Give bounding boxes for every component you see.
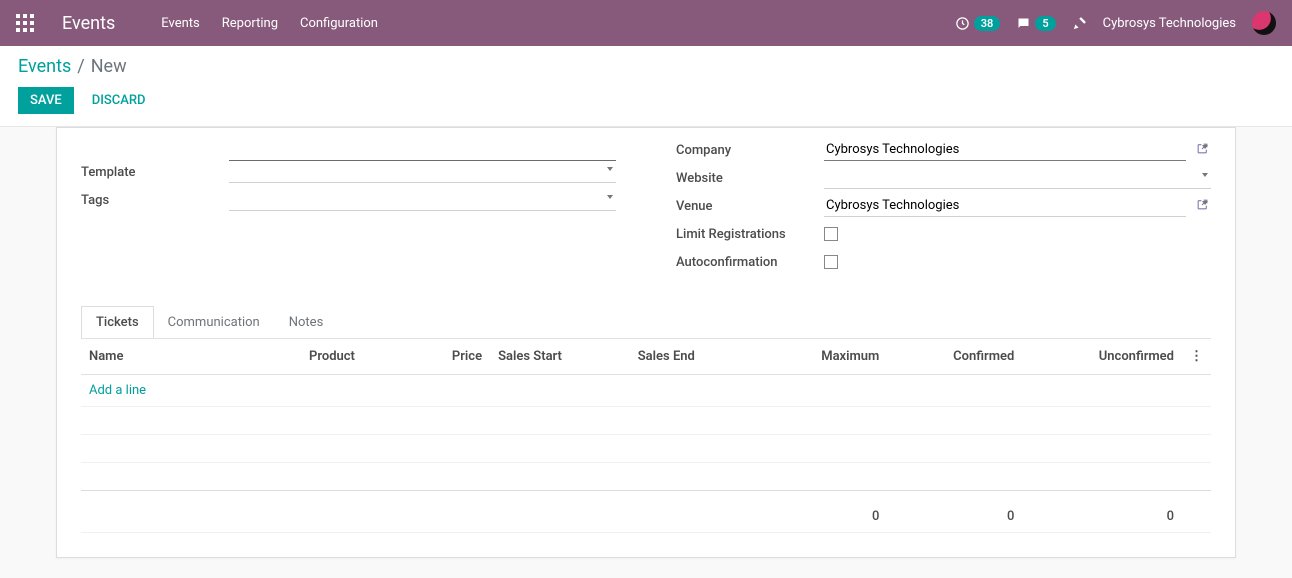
label-limit-registrations: Limit Registrations xyxy=(676,227,824,242)
label-venue: Venue xyxy=(676,199,824,214)
discuss-indicator[interactable]: 5 xyxy=(1016,16,1055,31)
company-field[interactable] xyxy=(824,139,1186,161)
label-company: Company xyxy=(676,143,824,158)
add-a-line[interactable]: Add a line xyxy=(81,375,1211,407)
control-panel: Events / New SAVE DISCARD xyxy=(0,46,1292,127)
top-menu: Events Reporting Configuration xyxy=(161,16,378,31)
form-sheet: Template Tags Company xyxy=(56,127,1236,558)
notebook: Tickets Communication Notes Name Product… xyxy=(81,306,1211,533)
external-link-icon[interactable] xyxy=(1194,140,1211,161)
top-navbar: Events Events Reporting Configuration 38… xyxy=(0,0,1292,46)
total-confirmed: 0 xyxy=(887,491,1022,533)
apps-icon[interactable] xyxy=(16,14,34,32)
col-maximum[interactable]: Maximum xyxy=(758,339,888,375)
col-name[interactable]: Name xyxy=(81,339,301,375)
total-unconfirmed: 0 xyxy=(1022,491,1182,533)
label-website: Website xyxy=(676,171,824,186)
col-price[interactable]: Price xyxy=(409,339,490,375)
autoconfirmation-checkbox[interactable] xyxy=(824,255,838,269)
chat-icon xyxy=(1016,16,1031,31)
user-name[interactable]: Cybrosys Technologies xyxy=(1103,16,1236,31)
tags-field[interactable] xyxy=(229,189,616,211)
venue-field[interactable] xyxy=(824,195,1186,217)
activities-badge: 38 xyxy=(974,16,1001,31)
menu-configuration[interactable]: Configuration xyxy=(300,16,378,31)
col-confirmed[interactable]: Confirmed xyxy=(887,339,1022,375)
breadcrumb: Events / New xyxy=(18,56,1274,77)
menu-events[interactable]: Events xyxy=(161,16,199,31)
discard-button[interactable]: DISCARD xyxy=(92,93,146,108)
save-button[interactable]: SAVE xyxy=(18,87,74,114)
label-autoconfirmation: Autoconfirmation xyxy=(676,255,824,270)
avatar[interactable] xyxy=(1252,11,1276,35)
col-sales-end[interactable]: Sales End xyxy=(630,339,758,375)
app-title[interactable]: Events xyxy=(62,13,115,34)
breadcrumb-current: New xyxy=(91,56,127,77)
table-row[interactable] xyxy=(81,435,1211,463)
label-template: Template xyxy=(81,165,229,180)
tickets-table: Name Product Price Sales Start Sales End… xyxy=(81,339,1211,533)
totals-row: 0 0 0 xyxy=(81,491,1211,533)
discuss-badge: 5 xyxy=(1035,16,1055,31)
menu-reporting[interactable]: Reporting xyxy=(222,16,278,31)
optional-columns-toggle[interactable]: ⋮ xyxy=(1182,339,1211,375)
limit-registrations-checkbox[interactable] xyxy=(824,227,838,241)
external-link-icon[interactable] xyxy=(1194,196,1211,217)
systray: 38 5 Cybrosys Technologies xyxy=(955,11,1276,35)
breadcrumb-root[interactable]: Events xyxy=(18,56,71,77)
label-tags: Tags xyxy=(81,193,229,208)
activities-indicator[interactable]: 38 xyxy=(955,16,1001,31)
total-maximum: 0 xyxy=(758,491,888,533)
tab-tickets[interactable]: Tickets xyxy=(81,306,154,338)
col-product[interactable]: Product xyxy=(301,339,409,375)
debug-icon[interactable] xyxy=(1072,16,1087,31)
table-row[interactable] xyxy=(81,463,1211,491)
breadcrumb-sep: / xyxy=(77,56,84,77)
tab-notes[interactable]: Notes xyxy=(274,306,339,338)
tab-communication[interactable]: Communication xyxy=(153,306,275,338)
table-row[interactable] xyxy=(81,407,1211,435)
template-field[interactable] xyxy=(229,161,616,183)
name-field[interactable] xyxy=(229,139,616,161)
col-unconfirmed[interactable]: Unconfirmed xyxy=(1022,339,1182,375)
clock-icon xyxy=(955,16,970,31)
website-field[interactable] xyxy=(824,167,1211,189)
col-sales-start[interactable]: Sales Start xyxy=(490,339,630,375)
